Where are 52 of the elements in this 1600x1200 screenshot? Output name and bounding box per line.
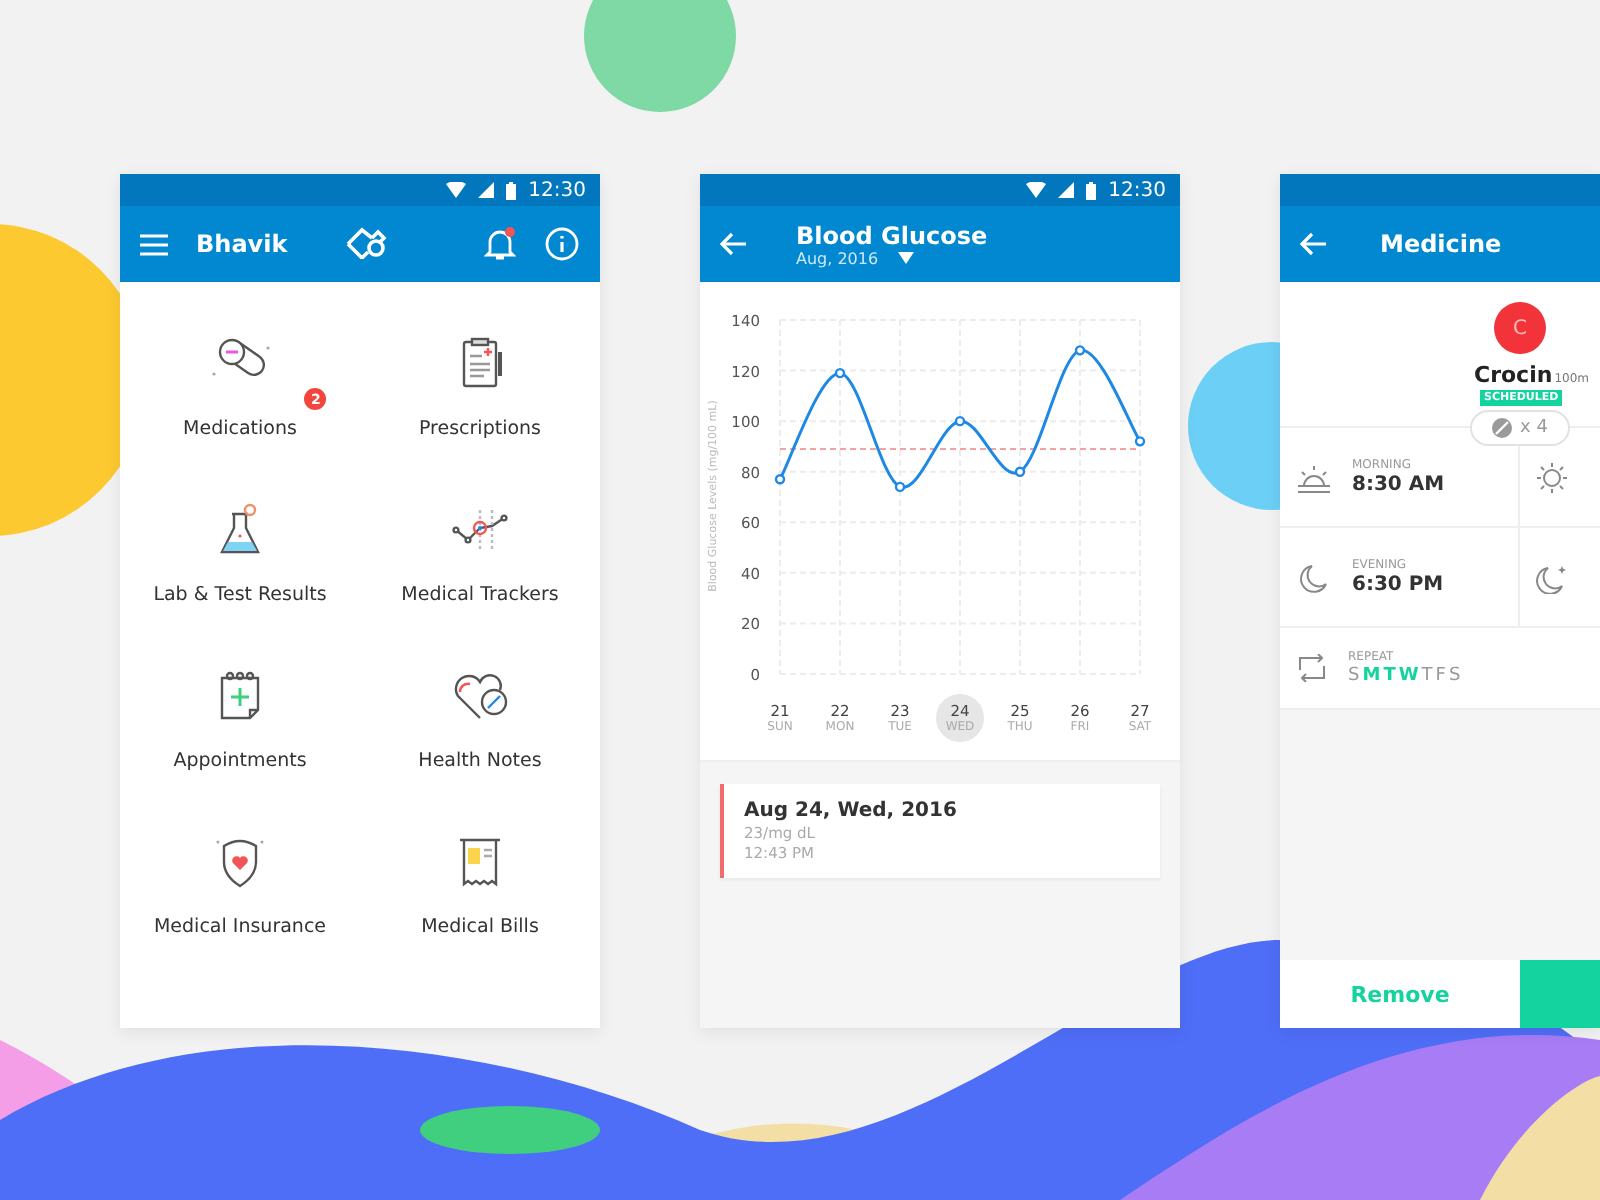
tile-label: Appointments xyxy=(173,750,307,772)
status-time: 12:30 xyxy=(528,179,586,201)
quantity-text: x 4 xyxy=(1520,418,1548,438)
time-of-day-icon xyxy=(1296,461,1332,493)
menu-tile[interactable]: Medical Bills xyxy=(360,834,600,1000)
tile-label: Medical Trackers xyxy=(401,584,559,606)
menu-tile[interactable]: Medical Insurance xyxy=(120,834,360,1000)
data-point xyxy=(1074,345,1086,356)
screen-title: Blood Glucose xyxy=(796,221,988,249)
menu-tile[interactable]: Appointments xyxy=(120,668,360,834)
data-point xyxy=(1134,436,1146,447)
status-time: 12:30 xyxy=(1108,179,1166,201)
back-arrow-icon[interactable] xyxy=(720,232,748,256)
info-icon[interactable] xyxy=(544,226,580,262)
menu-tile[interactable]: Lab & Test Results xyxy=(120,502,360,668)
time-of-day-icon xyxy=(1534,461,1570,493)
menu-tile[interactable]: Prescriptions xyxy=(360,336,600,502)
menu-tile[interactable]: Health Notes xyxy=(360,668,600,834)
menu-icon[interactable] xyxy=(140,233,168,255)
time-of-day-icon xyxy=(1534,561,1570,593)
bell-icon[interactable] xyxy=(484,226,516,262)
wifi-icon xyxy=(446,182,467,198)
dose-time: 6:30 PM xyxy=(1352,574,1444,596)
menu-tile[interactable]: Medical Trackers xyxy=(360,502,600,668)
battery-icon xyxy=(506,181,517,199)
back-arrow-icon[interactable] xyxy=(1300,232,1328,256)
logo-icon xyxy=(343,226,388,262)
medicine-name: Crocin xyxy=(1474,362,1553,388)
tile-label: Lab & Test Results xyxy=(153,584,327,606)
screen-title: Medicine xyxy=(1380,230,1502,258)
data-point xyxy=(834,367,846,379)
caret-icon[interactable] xyxy=(898,252,915,264)
pill-icon xyxy=(1492,418,1513,438)
wifi-icon xyxy=(1026,182,1047,198)
signal-icon xyxy=(1058,182,1075,198)
dose-time: 8:30 AM xyxy=(1352,474,1445,496)
tile-label: Medical Insurance xyxy=(153,916,327,938)
tile-label: Medical Bills xyxy=(421,916,539,938)
time-of-day-icon xyxy=(1296,561,1332,593)
user-name: Bhavik xyxy=(196,230,288,258)
tile-label: Health Notes xyxy=(418,750,542,772)
tile-label: Prescriptions xyxy=(419,418,541,440)
signal-icon xyxy=(478,182,495,198)
data-point xyxy=(774,474,786,485)
tile-label: Medications xyxy=(183,418,297,440)
reading-date: Aug 24, Wed, 2016 xyxy=(744,800,959,822)
data-point xyxy=(1014,466,1026,477)
medicine-initial: C xyxy=(1494,302,1546,354)
battery-icon xyxy=(1086,181,1097,199)
data-point xyxy=(894,481,906,493)
repeat-icon xyxy=(1296,654,1328,682)
data-point xyxy=(954,415,966,427)
